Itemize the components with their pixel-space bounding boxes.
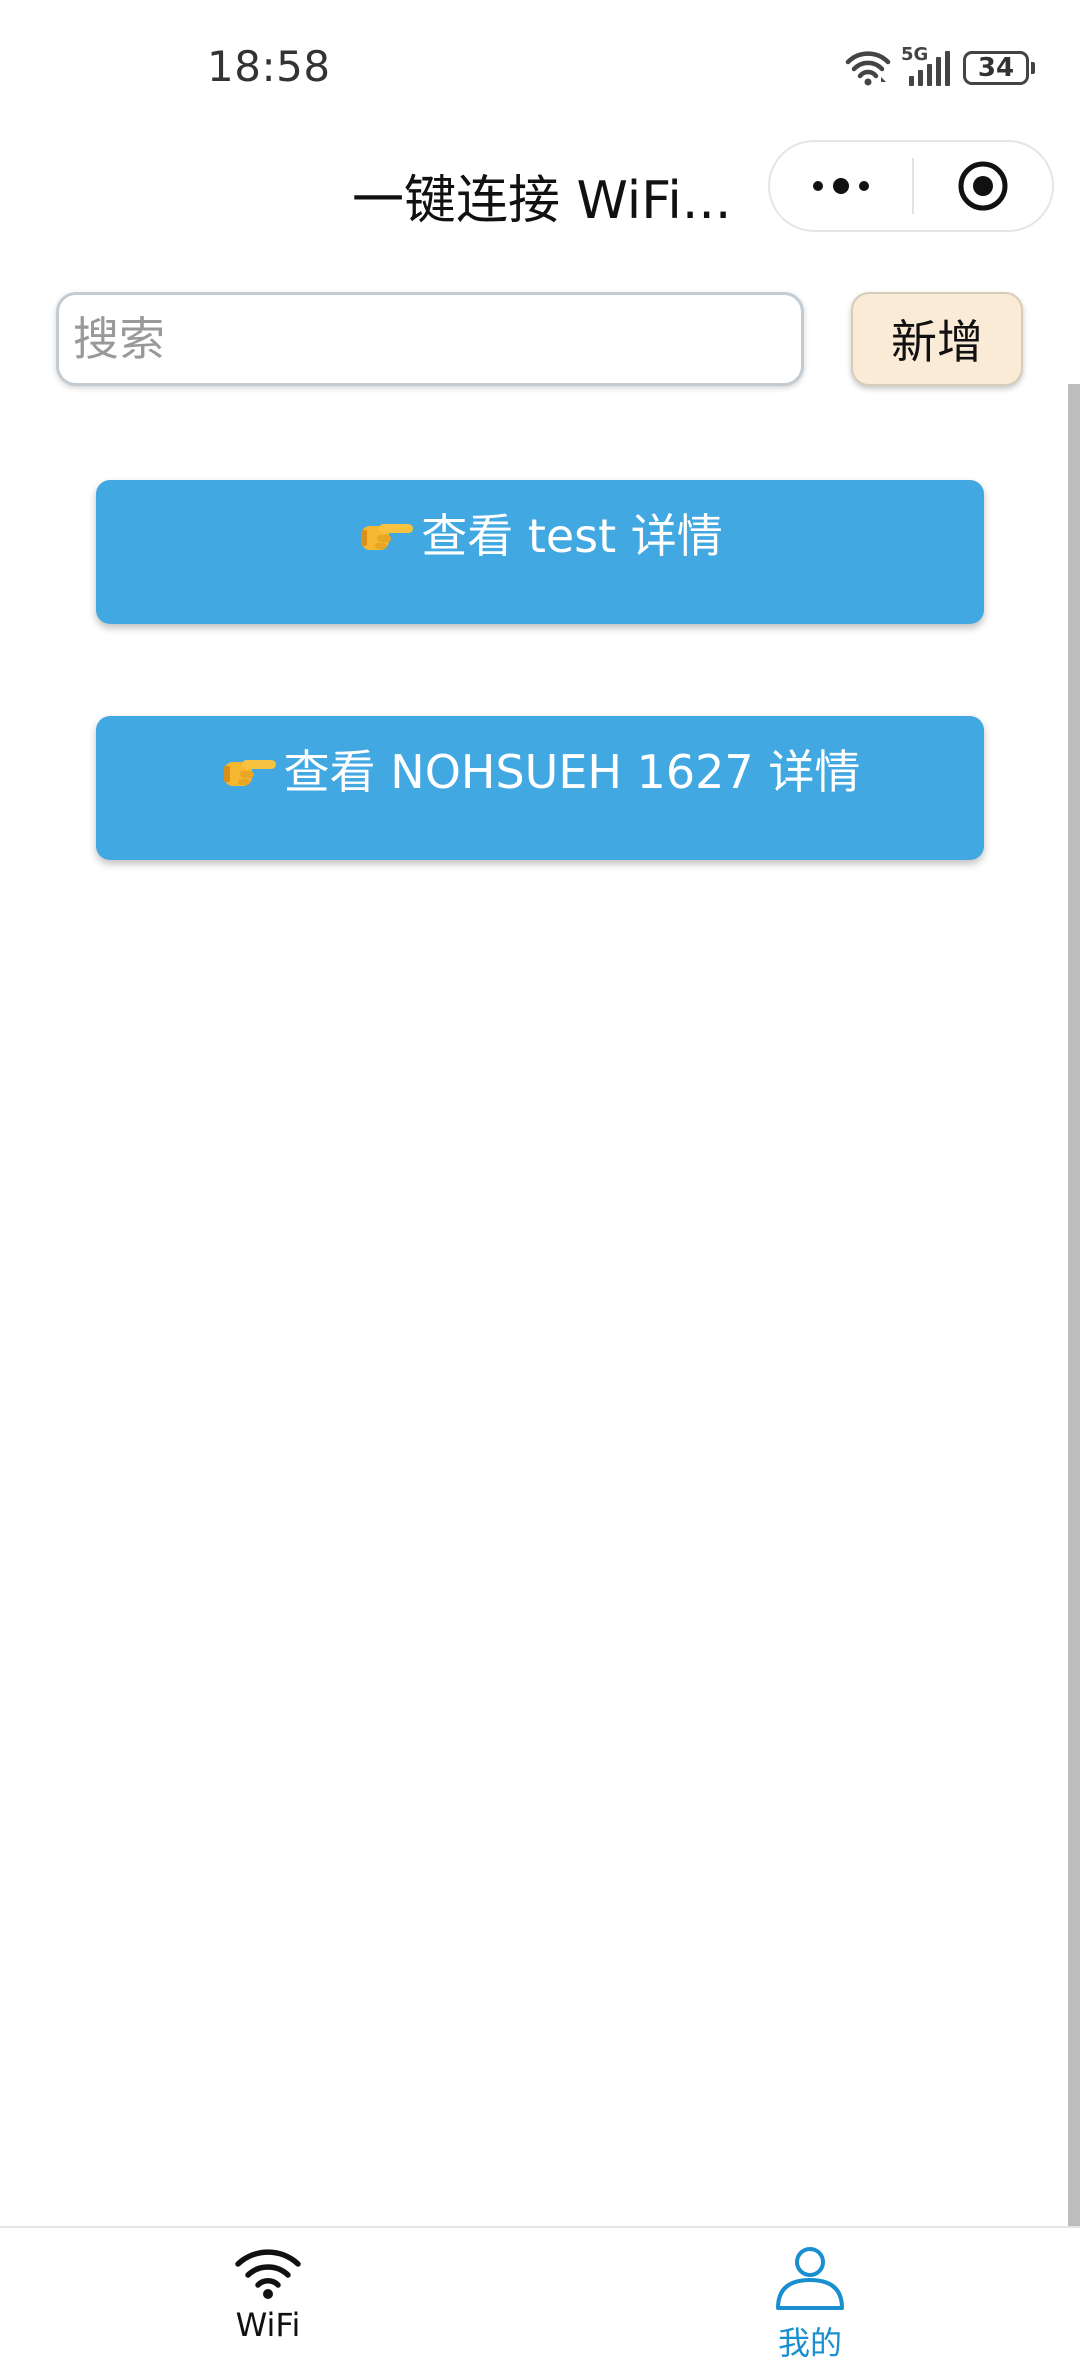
search-input[interactable]: [56, 292, 804, 386]
navigation-bar: 一键连接 WiFi...: [0, 130, 1080, 250]
wifi-signal-icon: [845, 50, 891, 86]
wifi-detail-label: 查看 test 详情: [421, 509, 723, 563]
tab-label: 我的: [777, 2324, 842, 2362]
pointing-right-hand-icon: [361, 524, 414, 550]
wifi-detail-button-nohsueh-1627[interactable]: 查看 NOHSUEH 1627 详情: [96, 716, 984, 860]
pointing-right-hand-icon: [223, 760, 276, 786]
target-close-icon: [958, 161, 1008, 211]
status-icons: 5G 34: [845, 44, 1035, 90]
scrollbar[interactable]: [1068, 384, 1080, 2226]
more-dot-icon: [833, 178, 849, 194]
wifi-detail-button-test[interactable]: 查看 test 详情: [96, 480, 984, 624]
battery-level: 34: [963, 51, 1029, 85]
cellular-signal-icon: 5G: [901, 44, 953, 88]
page-title: 一键连接 WiFi...: [352, 171, 732, 231]
more-button[interactable]: [770, 142, 912, 230]
tab-mine[interactable]: 我的: [710, 2244, 910, 2364]
add-button[interactable]: 新增: [851, 292, 1023, 386]
more-dot-icon: [813, 181, 823, 191]
tab-bar: WiFi 我的: [0, 2226, 1080, 2376]
battery-tip: [1031, 62, 1035, 74]
more-dot-icon: [859, 181, 869, 191]
wifi-list: 查看 test 详情 查看 NOHSUEH 1627 详情: [96, 480, 984, 952]
wifi-detail-label: 查看 NOHSUEH 1627 详情: [283, 745, 861, 799]
close-mini-program-button[interactable]: [914, 142, 1052, 230]
tab-label: WiFi: [235, 2306, 301, 2344]
status-bar: 18:58 5G 34: [0, 0, 1080, 130]
person-icon: [776, 2247, 844, 2310]
app-screen: 18:58 5G 34 一键连接 WiFi... 搜索 新增 查看 test 详…: [0, 0, 1080, 2376]
tab-wifi[interactable]: WiFi: [168, 2244, 368, 2344]
battery-icon: 34: [963, 51, 1035, 85]
wifi-icon: [235, 2249, 301, 2299]
mini-program-capsule: [768, 140, 1054, 232]
status-time: 18:58: [207, 42, 331, 91]
